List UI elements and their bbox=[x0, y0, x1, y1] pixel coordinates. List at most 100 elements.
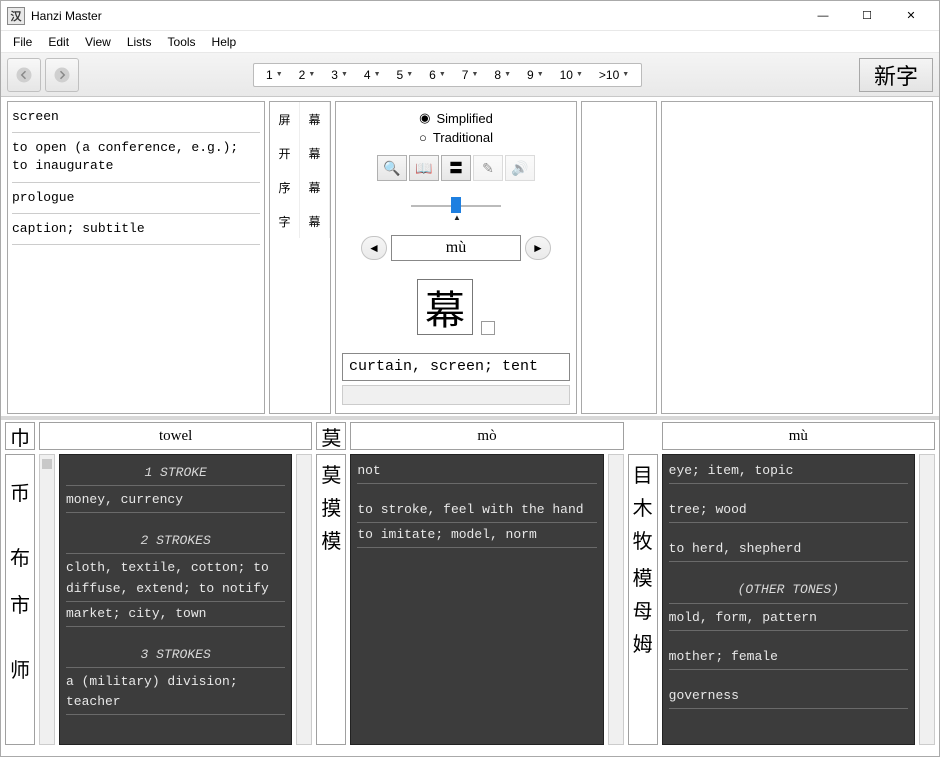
app-icon: 汉 bbox=[7, 7, 25, 25]
frequency-slider[interactable]: ▲ bbox=[411, 195, 501, 217]
homophone-entries-panel[interactable]: eye; item, topic tree; wood to herd, sheph… bbox=[662, 454, 915, 745]
script-simplified-radio[interactable]: ◉ Simplified bbox=[419, 110, 493, 126]
char-cell[interactable]: 模 bbox=[321, 525, 341, 554]
new-char-button[interactable]: 新字 bbox=[859, 58, 933, 92]
known-checkbox[interactable] bbox=[481, 321, 495, 335]
stroke-8[interactable]: 8▼ bbox=[486, 66, 519, 84]
scrollbar[interactable] bbox=[39, 454, 55, 745]
phonetic-label[interactable]: 莫 bbox=[316, 422, 346, 450]
stroke-5[interactable]: 5▼ bbox=[389, 66, 422, 84]
char-cell[interactable]: 布 bbox=[10, 542, 30, 571]
nav-forward-button[interactable] bbox=[45, 58, 79, 92]
menu-lists[interactable]: Lists bbox=[119, 33, 160, 51]
main-hanzi[interactable]: 幕 bbox=[417, 279, 473, 335]
char-cell[interactable]: 币 bbox=[10, 477, 30, 506]
menu-tools[interactable]: Tools bbox=[160, 33, 204, 51]
entry-row[interactable]: to stroke, feel with the hand bbox=[357, 498, 596, 523]
maximize-button[interactable]: ☐ bbox=[845, 2, 889, 30]
pinyin-next-button[interactable]: ► bbox=[525, 236, 551, 260]
search-button[interactable]: 🔍 bbox=[377, 155, 407, 181]
char-cell[interactable]: 师 bbox=[10, 654, 30, 683]
menu-edit[interactable]: Edit bbox=[40, 33, 77, 51]
scrollbar[interactable] bbox=[919, 454, 935, 745]
components-icon: 〓 bbox=[449, 158, 463, 178]
compound-char[interactable]: 屏 bbox=[270, 102, 300, 136]
scrollbar[interactable] bbox=[608, 454, 624, 745]
menu-view[interactable]: View bbox=[77, 33, 119, 51]
stroke-4[interactable]: 4▼ bbox=[356, 66, 389, 84]
nav-back-button[interactable] bbox=[7, 58, 41, 92]
menu-help[interactable]: Help bbox=[204, 33, 245, 51]
char-cell[interactable]: 目 bbox=[633, 459, 653, 488]
char-cell[interactable]: 母 bbox=[633, 595, 653, 624]
definition-row[interactable]: prologue bbox=[12, 187, 260, 214]
char-cell[interactable]: 摸 bbox=[321, 492, 341, 521]
minimize-button[interactable]: — bbox=[801, 2, 845, 30]
compound-char[interactable]: 序 bbox=[270, 170, 300, 204]
stroke-6[interactable]: 6▼ bbox=[421, 66, 454, 84]
entry-row[interactable]: a (military) division; teacher bbox=[66, 670, 285, 715]
entry-row[interactable]: to imitate; model, norm bbox=[357, 523, 596, 548]
radical-section: 巾 towel 币 布 市 师 1 STROKEmoney, currency2… bbox=[5, 422, 312, 745]
definition-row[interactable]: screen bbox=[12, 106, 260, 133]
stroke-10[interactable]: 10▼ bbox=[552, 66, 591, 84]
definition-row[interactable]: caption; subtitle bbox=[12, 218, 260, 245]
entry-row bbox=[669, 562, 908, 576]
char-cell[interactable]: 木 bbox=[633, 492, 653, 521]
stroke-1[interactable]: 1▼ bbox=[258, 66, 291, 84]
scrollbar[interactable] bbox=[296, 454, 312, 745]
brush-button[interactable]: ✎ bbox=[473, 155, 503, 181]
homophone-section: mù 目 木 牧 模 母 姆 eye; item, topictree; woo… bbox=[628, 422, 935, 745]
definition-row[interactable]: to open (a conference, e.g.); to inaugur… bbox=[12, 137, 260, 182]
compound-char[interactable]: 幕 bbox=[300, 102, 330, 136]
brush-icon: ✎ bbox=[482, 160, 494, 177]
entry-row[interactable]: not bbox=[357, 459, 596, 484]
entry-row[interactable]: money, currency bbox=[66, 488, 285, 513]
components-button[interactable]: 〓 bbox=[441, 155, 471, 181]
compound-char[interactable]: 开 bbox=[270, 136, 300, 170]
script-traditional-radio[interactable]: ○ Traditional bbox=[419, 130, 493, 145]
entry-row[interactable]: cloth, textile, cotton; to diffuse, exte… bbox=[66, 556, 285, 601]
audio-button[interactable]: 🔊 bbox=[505, 155, 535, 181]
entry-header: 3 STROKES bbox=[66, 641, 285, 668]
entry-row bbox=[669, 523, 908, 537]
arrow-right-icon bbox=[53, 66, 71, 84]
definitions-panel[interactable]: screen to open (a conference, e.g.); to … bbox=[7, 101, 265, 414]
menu-file[interactable]: File bbox=[5, 33, 40, 51]
char-cell[interactable]: 市 bbox=[10, 589, 30, 618]
close-button[interactable]: ✕ bbox=[889, 2, 933, 30]
book-icon: 📖 bbox=[415, 160, 432, 177]
phonetic-entries-panel[interactable]: not to stroke, feel with the handto imita… bbox=[350, 454, 603, 745]
dictionary-button[interactable]: 📖 bbox=[409, 155, 439, 181]
stroke-2[interactable]: 2▼ bbox=[291, 66, 324, 84]
entry-row[interactable]: mother; female bbox=[669, 645, 908, 670]
radical-entries-panel[interactable]: 1 STROKEmoney, currency2 STROKEScloth, t… bbox=[59, 454, 292, 745]
radical-label[interactable]: 巾 bbox=[5, 422, 35, 450]
entry-row[interactable]: tree; wood bbox=[669, 498, 908, 523]
entry-row bbox=[66, 513, 285, 527]
char-cell[interactable]: 莫 bbox=[321, 459, 341, 488]
stroke-9[interactable]: 9▼ bbox=[519, 66, 552, 84]
char-cell[interactable]: 姆 bbox=[633, 628, 653, 657]
entry-row[interactable]: eye; item, topic bbox=[669, 459, 908, 484]
stroke-3[interactable]: 3▼ bbox=[323, 66, 356, 84]
entry-row bbox=[66, 627, 285, 641]
stroke-7[interactable]: 7▼ bbox=[454, 66, 487, 84]
compound-char[interactable]: 幕 bbox=[300, 170, 330, 204]
entry-row[interactable]: to herd, shepherd bbox=[669, 537, 908, 562]
center-panel: ◉ Simplified ○ Traditional 🔍 📖 〓 ✎ 🔊 ▲ ◄… bbox=[335, 101, 577, 414]
stroke-gt10[interactable]: >10▼ bbox=[591, 66, 637, 84]
window-title: Hanzi Master bbox=[31, 9, 102, 23]
upper-region: screen to open (a conference, e.g.); to … bbox=[1, 97, 939, 420]
char-cell[interactable]: 模 bbox=[633, 562, 653, 591]
compound-char[interactable]: 幕 bbox=[300, 136, 330, 170]
compound-panel: 屏幕 开幕 序幕 字幕 bbox=[269, 101, 331, 414]
compound-char[interactable]: 幕 bbox=[300, 204, 330, 238]
compound-char[interactable]: 字 bbox=[270, 204, 300, 238]
pinyin-prev-button[interactable]: ◄ bbox=[361, 236, 387, 260]
entry-row[interactable]: governess bbox=[669, 684, 908, 709]
entry-row bbox=[669, 631, 908, 645]
entry-row[interactable]: mold, form, pattern bbox=[669, 606, 908, 631]
char-cell[interactable]: 牧 bbox=[633, 525, 653, 554]
entry-row[interactable]: market; city, town bbox=[66, 602, 285, 627]
